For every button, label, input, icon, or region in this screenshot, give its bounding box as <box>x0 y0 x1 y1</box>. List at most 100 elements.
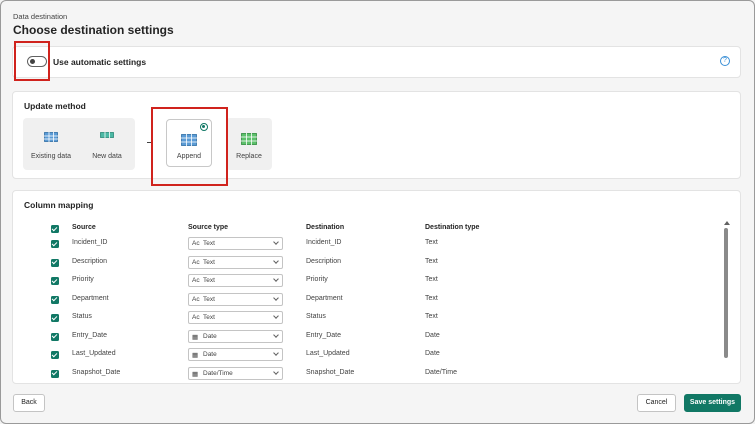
destination-cell: Status <box>306 313 326 320</box>
table-row: Status A​c Text Status Text <box>13 311 713 327</box>
row-checkbox[interactable] <box>51 314 59 322</box>
calendar-type-icon: ▦ <box>192 352 199 359</box>
row-checkbox[interactable] <box>51 277 59 285</box>
header-destination: Destination <box>306 224 345 231</box>
source-cell: Status <box>72 313 92 320</box>
destination-type-cell: Date <box>425 350 440 357</box>
select-value: Text <box>203 295 215 303</box>
calendar-type-icon: ▦ <box>192 333 199 341</box>
select-value: Text <box>203 277 215 284</box>
destination-cell: Last_Updated <box>306 350 350 357</box>
source-type-select[interactable]: ▦ Date/Time <box>188 366 283 380</box>
back-button[interactable]: Back <box>13 394 45 412</box>
save-settings-button[interactable]: Save settings <box>684 394 741 412</box>
source-type-select[interactable]: ▦ Date <box>188 329 283 343</box>
destination-cell: Description <box>306 257 342 265</box>
option-replace[interactable]: Replace <box>226 118 272 170</box>
row-checkbox[interactable] <box>51 258 59 267</box>
option-new-data[interactable]: New data <box>79 118 135 170</box>
source-cell: Last_Updated <box>72 350 116 357</box>
destination-type-cell: Text <box>425 239 438 246</box>
cancel-button[interactable]: Cancel <box>637 394 676 412</box>
row-checkbox[interactable] <box>51 295 59 304</box>
vertical-scrollbar[interactable] <box>724 221 730 381</box>
text-type-icon: A​c <box>192 314 200 321</box>
chevron-down-icon <box>273 331 279 338</box>
replace-strategy-group: Existing data New data <box>23 118 135 170</box>
header-source: Source <box>72 224 96 231</box>
destination-type-cell: Text <box>425 276 438 283</box>
calendar-type-icon: ▦ <box>192 370 199 378</box>
mapping-rows: Incident_ID A​c Text Incident_ID Text Des… <box>13 237 713 382</box>
row-checkbox[interactable] <box>51 332 59 341</box>
row-checkbox[interactable] <box>51 240 59 248</box>
chevron-down-icon <box>273 276 279 282</box>
source-type-select[interactable]: A​c Text <box>188 292 283 306</box>
option-existing-data[interactable]: Existing data <box>23 118 79 170</box>
chevron-down-icon <box>273 257 279 264</box>
table-replace-icon <box>241 133 257 145</box>
column-mapping-card: Column mapping Source Source type Destin… <box>12 190 741 384</box>
destination-cell: Incident_ID <box>306 239 342 246</box>
question-circle-icon[interactable]: ? <box>720 56 730 66</box>
scroll-up-arrow-icon[interactable] <box>724 221 730 225</box>
destination-cell: Department <box>306 294 343 302</box>
header-source-type: Source type <box>188 224 229 231</box>
option-label: New data <box>92 153 122 160</box>
table-row: Snapshot_Date ▦ Date/Time Snapshot_Date D… <box>13 366 713 383</box>
select-value: Text <box>203 258 215 266</box>
update-method-title: Update method <box>24 101 86 111</box>
destination-cell: Entry_Date <box>306 331 342 339</box>
select-value: Text <box>203 240 215 247</box>
text-type-icon: A​c <box>192 295 200 303</box>
source-cell: Description <box>72 257 108 265</box>
dialog: Data destination Choose destination sett… <box>0 0 755 424</box>
update-method-card: Update method Existing data New data App… <box>12 91 741 179</box>
chevron-down-icon <box>273 294 279 301</box>
source-cell: Department <box>72 294 109 302</box>
source-type-select[interactable]: A​c Text <box>188 274 283 287</box>
text-type-icon: A​c <box>192 240 200 247</box>
destination-cell: Snapshot_Date <box>306 368 355 376</box>
table-row: Last_Updated ▦ Date Last_Updated Date <box>13 348 713 364</box>
column-mapping-title: Column mapping <box>24 200 94 210</box>
option-label: Replace <box>236 153 262 160</box>
table-row: Incident_ID A​c Text Incident_ID Text <box>13 237 713 253</box>
source-cell: Incident_ID <box>72 239 108 246</box>
source-cell: Priority <box>72 276 94 283</box>
breadcrumb: Data destination <box>13 12 68 21</box>
table-row: Priority A​c Text Priority Text <box>13 274 713 290</box>
chevron-down-icon <box>273 350 279 356</box>
page-title: Choose destination settings <box>13 23 174 37</box>
select-value: Date/Time <box>203 369 233 377</box>
source-type-select[interactable]: A​c Text <box>188 311 283 324</box>
table-row-icon <box>100 132 114 138</box>
destination-type-cell: Date <box>425 331 440 339</box>
destination-type-cell: Text <box>425 257 438 265</box>
header-destination-type: Destination type <box>425 224 480 231</box>
chevron-down-icon <box>273 239 279 245</box>
source-cell: Snapshot_Date <box>72 368 121 376</box>
source-cell: Entry_Date <box>72 331 108 339</box>
table-row: Entry_Date ▦ Date Entry_Date Date <box>13 329 713 346</box>
source-type-select[interactable]: A​c Text <box>188 237 283 250</box>
destination-type-cell: Date/Time <box>425 368 458 376</box>
row-checkbox[interactable] <box>51 351 59 359</box>
text-type-icon: A​c <box>192 277 200 284</box>
scrollbar-thumb[interactable] <box>724 228 728 358</box>
checkbox[interactable] <box>51 225 59 233</box>
highlight-box-append <box>151 107 228 186</box>
auto-settings-card: Use automatic settings ? <box>12 46 741 78</box>
source-type-select[interactable]: ▦ Date <box>188 348 283 361</box>
destination-type-cell: Text <box>425 313 438 320</box>
source-type-select[interactable]: A​c Text <box>188 255 283 269</box>
table-row: Description A​c Text Description Text <box>13 255 713 272</box>
row-checkbox[interactable] <box>51 369 59 378</box>
highlight-box-toggle <box>14 41 50 81</box>
destination-cell: Priority <box>306 276 328 283</box>
destination-type-cell: Text <box>425 294 438 302</box>
chevron-down-icon <box>273 313 279 319</box>
table-row: Department A​c Text Department Text <box>13 292 713 309</box>
select-value: Date <box>203 351 217 358</box>
table-icon <box>44 132 58 142</box>
